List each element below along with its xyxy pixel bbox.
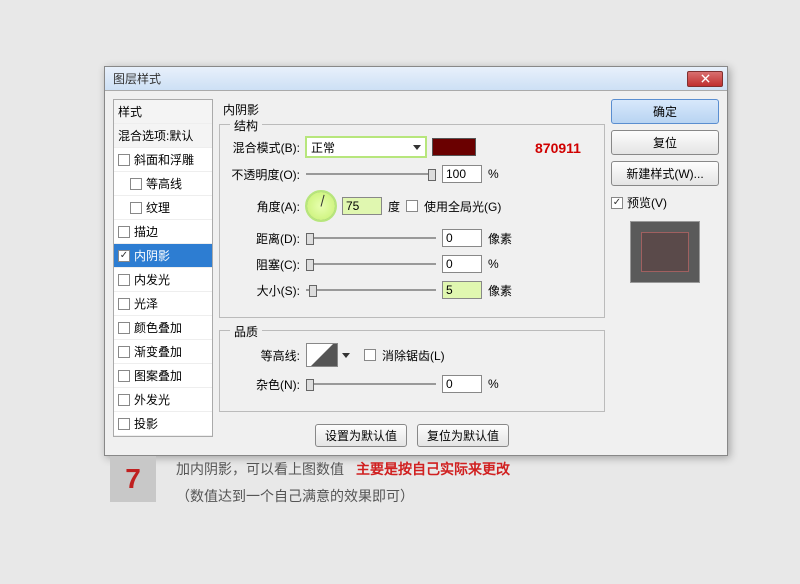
noise-input[interactable]: 0: [442, 375, 482, 393]
noise-label: 杂色(N):: [230, 376, 300, 393]
distance-unit: 像素: [488, 230, 512, 247]
checkbox[interactable]: [118, 394, 130, 406]
checkbox[interactable]: [118, 154, 130, 166]
style-item-drop-shadow[interactable]: 投影: [114, 412, 212, 436]
style-item-contour[interactable]: 等高线: [114, 172, 212, 196]
angle-dial[interactable]: [306, 191, 336, 221]
style-item-satin[interactable]: 光泽: [114, 292, 212, 316]
global-light-checkbox[interactable]: [406, 200, 418, 212]
style-item-pattern-overlay[interactable]: 图案叠加: [114, 364, 212, 388]
checkbox[interactable]: [118, 322, 130, 334]
caption-line2: （数值达到一个自己满意的效果即可）: [176, 483, 510, 510]
checkbox[interactable]: [118, 250, 130, 262]
titlebar[interactable]: 图层样式: [105, 67, 727, 91]
right-panel: 确定 复位 新建样式(W)... 预览(V): [611, 99, 719, 447]
quality-group: 品质 等高线: 消除锯齿(L) 杂色(N): 0 %: [219, 330, 605, 412]
chevron-down-icon: [413, 145, 421, 150]
noise-slider[interactable]: [306, 377, 436, 391]
reset-default-button[interactable]: 复位为默认值: [417, 424, 509, 447]
footer-text: 加内阴影，可以看上图数值 主要是按自己实际来更改 （数值达到一个自己满意的效果即…: [176, 456, 510, 509]
quality-legend: 品质: [230, 323, 262, 340]
style-list: 样式 混合选项:默认 斜面和浮雕 等高线 纹理 描边 内阴影 内发光 光泽 颜色…: [113, 99, 213, 437]
panel-title: 内阴影: [219, 99, 605, 124]
style-item-inner-glow[interactable]: 内发光: [114, 268, 212, 292]
checkbox[interactable]: [118, 370, 130, 382]
checkbox[interactable]: [118, 298, 130, 310]
style-item-bevel[interactable]: 斜面和浮雕: [114, 148, 212, 172]
blend-mode-label: 混合模式(B):: [230, 139, 300, 156]
dialog-title: 图层样式: [113, 70, 687, 87]
size-input[interactable]: 5: [442, 281, 482, 299]
angle-unit: 度: [388, 198, 400, 215]
step-badge: 7: [110, 456, 156, 502]
styles-header[interactable]: 样式: [114, 100, 212, 124]
styles-panel: 样式 混合选项:默认 斜面和浮雕 等高线 纹理 描边 内阴影 内发光 光泽 颜色…: [113, 99, 213, 447]
opacity-unit: %: [488, 167, 499, 181]
preview-label: 预览(V): [627, 194, 667, 211]
style-item-stroke[interactable]: 描边: [114, 220, 212, 244]
opacity-input[interactable]: 100: [442, 165, 482, 183]
caption-part1: 加内阴影，可以看上图数值: [176, 456, 344, 483]
caption-emphasis: 主要是按自己实际来更改: [356, 456, 510, 483]
checkbox[interactable]: [118, 274, 130, 286]
antialias-label: 消除锯齿(L): [382, 347, 445, 364]
angle-input[interactable]: 75: [342, 197, 382, 215]
global-light-label: 使用全局光(G): [424, 198, 501, 215]
new-style-button[interactable]: 新建样式(W)...: [611, 161, 719, 186]
style-item-color-overlay[interactable]: 颜色叠加: [114, 316, 212, 340]
style-item-gradient-overlay[interactable]: 渐变叠加: [114, 340, 212, 364]
dialog-body: 样式 混合选项:默认 斜面和浮雕 等高线 纹理 描边 内阴影 内发光 光泽 颜色…: [105, 91, 727, 455]
noise-unit: %: [488, 377, 499, 391]
style-item-outer-glow[interactable]: 外发光: [114, 388, 212, 412]
angle-label: 角度(A):: [230, 198, 300, 215]
choke-unit: %: [488, 257, 499, 271]
distance-slider[interactable]: [306, 231, 436, 245]
checkbox[interactable]: [118, 418, 130, 430]
blend-mode-combo[interactable]: 正常: [306, 137, 426, 157]
reset-button[interactable]: 复位: [611, 130, 719, 155]
tutorial-footer: 7 加内阴影，可以看上图数值 主要是按自己实际来更改 （数值达到一个自己满意的效…: [110, 456, 720, 509]
checkbox[interactable]: [118, 346, 130, 358]
close-button[interactable]: [687, 71, 723, 87]
color-swatch[interactable]: [432, 138, 476, 156]
style-item-texture[interactable]: 纹理: [114, 196, 212, 220]
blend-default-item[interactable]: 混合选项:默认: [114, 124, 212, 148]
layer-style-dialog: 图层样式 样式 混合选项:默认 斜面和浮雕 等高线 纹理 描边 内阴影 内发光 …: [104, 66, 728, 456]
choke-label: 阻塞(C):: [230, 256, 300, 273]
make-default-button[interactable]: 设置为默认值: [315, 424, 407, 447]
checkbox[interactable]: [130, 178, 142, 190]
checkbox[interactable]: [118, 226, 130, 238]
chevron-down-icon[interactable]: [342, 353, 350, 358]
size-slider[interactable]: [306, 283, 436, 297]
choke-slider[interactable]: [306, 257, 436, 271]
opacity-slider[interactable]: [306, 167, 436, 181]
contour-label: 等高线:: [230, 347, 300, 364]
close-icon: [701, 74, 710, 83]
choke-input[interactable]: 0: [442, 255, 482, 273]
antialias-checkbox[interactable]: [364, 349, 376, 361]
checkbox[interactable]: [130, 202, 142, 214]
distance-label: 距离(D):: [230, 230, 300, 247]
size-label: 大小(S):: [230, 282, 300, 299]
contour-picker[interactable]: [306, 343, 338, 367]
style-item-inner-shadow[interactable]: 内阴影: [114, 244, 212, 268]
size-unit: 像素: [488, 282, 512, 299]
preview-thumbnail: [630, 221, 700, 283]
opacity-label: 不透明度(O):: [230, 166, 300, 183]
preview-checkbox[interactable]: [611, 197, 623, 209]
overlay-number: 870911: [535, 140, 581, 156]
structure-legend: 结构: [230, 117, 262, 134]
distance-input[interactable]: 0: [442, 229, 482, 247]
ok-button[interactable]: 确定: [611, 99, 719, 124]
